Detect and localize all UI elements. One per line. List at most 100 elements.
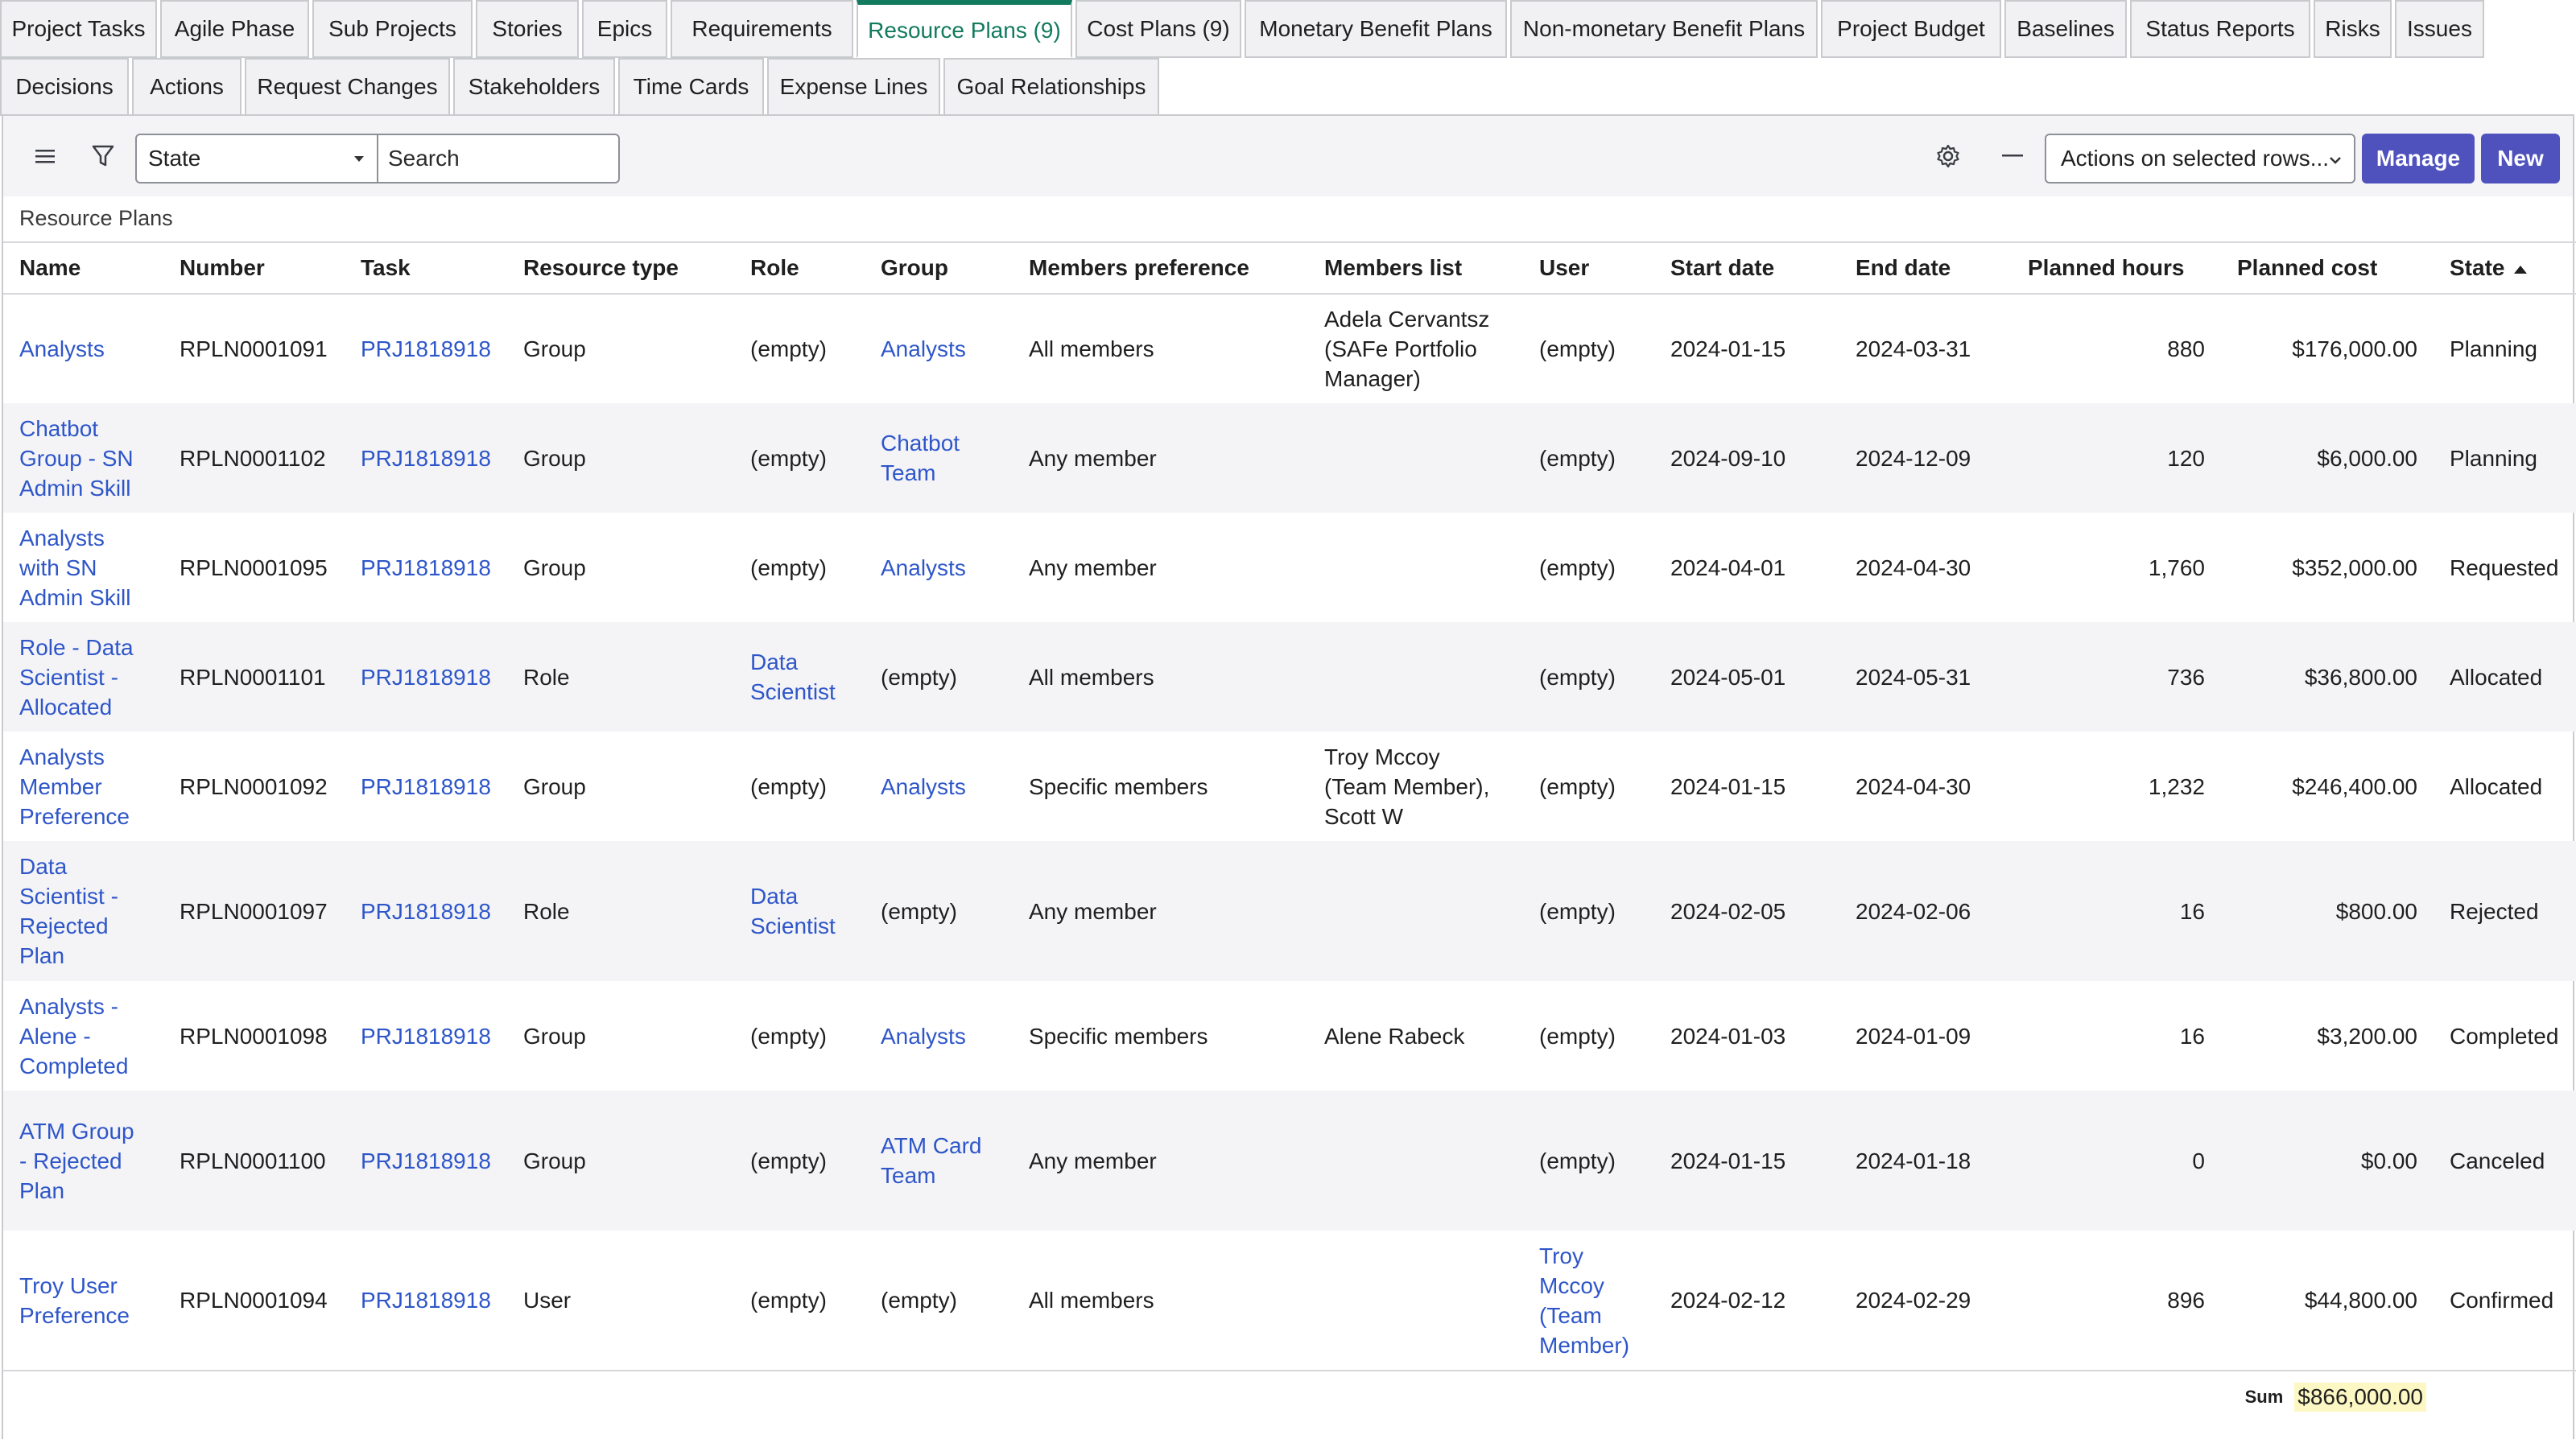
tab-stakeholders[interactable]: Stakeholders (453, 58, 615, 116)
column-header-task[interactable]: Task (345, 241, 507, 295)
tab-monetary-benefit-plans[interactable]: Monetary Benefit Plans (1245, 0, 1507, 58)
cell-task-link[interactable]: PRJ1818918 (361, 1288, 491, 1313)
tab-non-monetary-benefit-plans[interactable]: Non-monetary Benefit Plans (1510, 0, 1818, 58)
cell-name-link[interactable]: Analysts (19, 336, 105, 361)
cell-user: (empty) (1539, 898, 1616, 924)
cell-task-link[interactable]: PRJ1818918 (361, 1148, 491, 1173)
column-header-number[interactable]: Number (163, 241, 345, 295)
column-header-planned-hours[interactable]: Planned hours (2012, 241, 2221, 295)
cell-role: Data Scientist (734, 622, 865, 732)
tab-status-reports[interactable]: Status Reports (2130, 0, 2310, 58)
tab-agile-phase[interactable]: Agile Phase (160, 0, 309, 58)
actions-on-selected-rows-select[interactable]: Actions on selected rows... (2045, 134, 2355, 183)
tab-actions[interactable]: Actions (132, 58, 242, 116)
table-row[interactable]: ATM Group - Rejected Plan RPLN0001100 PRJ1… (3, 1091, 2576, 1231)
tab-time-cards[interactable]: Time Cards (618, 58, 764, 116)
column-header-resource-type[interactable]: Resource type (507, 241, 734, 295)
cell-name-link[interactable]: ATM Group - Rejected Plan (19, 1119, 134, 1203)
tab-risks[interactable]: Risks (2314, 0, 2392, 58)
column-header-role[interactable]: Role (734, 241, 865, 295)
cell-task-link[interactable]: PRJ1818918 (361, 555, 491, 580)
cell-role: (empty) (734, 1231, 865, 1371)
cell-name-link[interactable]: Troy User Preference (19, 1273, 130, 1328)
tab-sub-projects[interactable]: Sub Projects (312, 0, 473, 58)
cell-task-link[interactable]: PRJ1818918 (361, 446, 491, 471)
table-row[interactable]: Analysts Member Preference RPLN0001092 PRJ… (3, 732, 2576, 841)
cell-task-link[interactable]: PRJ1818918 (361, 665, 491, 690)
column-header-user[interactable]: User (1523, 241, 1654, 295)
manage-button[interactable]: Manage (2362, 134, 2475, 183)
cell-task-link[interactable]: PRJ1818918 (361, 899, 491, 924)
cell-planned-cost: $36,800.00 (2304, 664, 2417, 690)
cell-task: PRJ1818918 (345, 1091, 507, 1231)
cell-task-link[interactable]: PRJ1818918 (361, 336, 491, 361)
cell-group-link[interactable]: Analysts (881, 774, 966, 799)
table-row[interactable]: Analysts - Alene - Completed RPLN0001098 P… (3, 981, 2576, 1091)
cell-name-link[interactable]: Data Scientist - Rejected Plan (19, 854, 118, 968)
cell-user-link[interactable]: Troy Mccoy (Team Member) (1539, 1243, 1629, 1358)
tab-decisions[interactable]: Decisions (0, 58, 129, 116)
sum-value: $866,000.00 (2294, 1383, 2426, 1412)
cell-task-link[interactable]: PRJ1818918 (361, 1024, 491, 1049)
cell-group-link[interactable]: Analysts (881, 336, 966, 361)
cell-role: (empty) (750, 773, 827, 799)
cell-state: Rejected (2450, 898, 2539, 924)
table-row[interactable]: Chatbot Group - SN Admin Skill RPLN000110… (3, 403, 2576, 513)
cell-role: (empty) (750, 445, 827, 471)
cell-name-link[interactable]: Analysts - Alene - Completed (19, 994, 128, 1078)
table-row[interactable]: Analysts with SN Admin Skill RPLN0001095 P… (3, 513, 2576, 622)
column-header-end-date[interactable]: End date (1839, 241, 2012, 295)
cell-name: Analysts with SN Admin Skill (3, 513, 163, 622)
cell-end-date: 2024-01-09 (1856, 1023, 1971, 1049)
tab-epics[interactable]: Epics (582, 0, 667, 58)
cell-name-link[interactable]: Analysts with SN Admin Skill (19, 526, 130, 610)
cell-group-link[interactable]: Analysts (881, 555, 966, 580)
table-header-row: Name Number Task Resource type Role Grou… (3, 241, 2576, 295)
gear-icon[interactable] (1932, 140, 1964, 172)
cell-task: PRJ1818918 (345, 981, 507, 1091)
tab-requirements[interactable]: Requirements (671, 0, 853, 58)
new-button[interactable]: New (2481, 134, 2560, 183)
table-row[interactable]: Analysts RPLN0001091 PRJ1818918 Group (empty… (3, 294, 2576, 403)
cell-name-link[interactable]: Analysts Member Preference (19, 744, 130, 829)
cell-name-link[interactable]: Role - Data Scientist - Allocated (19, 635, 134, 720)
column-header-state[interactable]: State (2434, 241, 2576, 295)
sum-row: Sum $866,000.00 (3, 1367, 2573, 1428)
cell-group-link[interactable]: Analysts (881, 1024, 966, 1049)
tab-resource-plans[interactable]: Resource Plans (9) (857, 0, 1072, 58)
cell-group-link[interactable]: Chatbot Team (881, 431, 960, 485)
column-header-name[interactable]: Name (3, 241, 163, 295)
tab-expense-lines[interactable]: Expense Lines (767, 58, 940, 116)
cell-role-link[interactable]: Data Scientist (750, 649, 836, 704)
tab-baselines[interactable]: Baselines (2004, 0, 2127, 58)
column-header-start-date[interactable]: Start date (1654, 241, 1839, 295)
cell-resource-type: Group (523, 773, 586, 799)
cell-role-link[interactable]: Data Scientist (750, 884, 836, 938)
table-row[interactable]: Role - Data Scientist - Allocated RPLN000… (3, 622, 2576, 732)
cell-group-link[interactable]: ATM Card Team (881, 1133, 982, 1188)
tab-cost-plans[interactable]: Cost Plans (9) (1075, 0, 1241, 58)
state-field-select[interactable]: State (135, 134, 378, 183)
cell-start-date: 2024-09-10 (1670, 445, 1786, 471)
cell-role: Data Scientist (734, 841, 865, 981)
tab-request-changes[interactable]: Request Changes (245, 58, 450, 116)
filter-icon[interactable] (87, 140, 119, 172)
table-row[interactable]: Data Scientist - Rejected Plan RPLN000109… (3, 841, 2576, 981)
tab-issues[interactable]: Issues (2395, 0, 2484, 58)
hamburger-menu-icon[interactable] (29, 140, 61, 172)
column-header-members-list[interactable]: Members list (1308, 241, 1523, 295)
minus-icon[interactable] (1996, 140, 2029, 172)
cell-end-date: 2024-01-18 (1856, 1148, 1971, 1173)
tab-stories[interactable]: Stories (476, 0, 579, 58)
column-header-group[interactable]: Group (865, 241, 1013, 295)
tab-goal-relationships[interactable]: Goal Relationships (943, 58, 1159, 116)
cell-start-date: 2024-01-03 (1670, 1023, 1786, 1049)
cell-name-link[interactable]: Chatbot Group - SN Admin Skill (19, 416, 134, 501)
tab-project-tasks[interactable]: Project Tasks (0, 0, 157, 58)
column-header-members-preference[interactable]: Members preference (1013, 241, 1308, 295)
column-header-planned-cost[interactable]: Planned cost (2221, 241, 2434, 295)
table-row[interactable]: Troy User Preference RPLN0001094 PRJ181891… (3, 1231, 2576, 1371)
cell-task-link[interactable]: PRJ1818918 (361, 774, 491, 799)
tab-project-budget[interactable]: Project Budget (1821, 0, 2001, 58)
search-input[interactable] (377, 134, 620, 183)
